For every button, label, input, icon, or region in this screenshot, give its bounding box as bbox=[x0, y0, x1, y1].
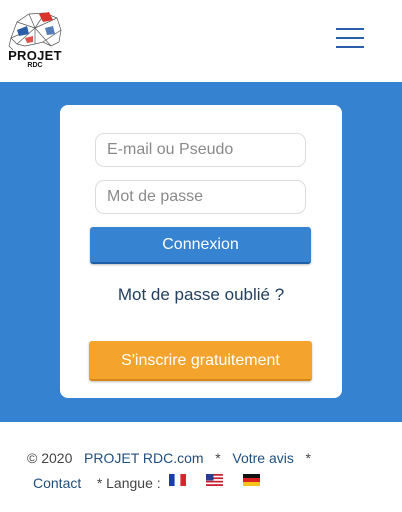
footer: © 2020 PROJET RDC.com * Votre avis * Con… bbox=[0, 422, 402, 512]
logo[interactable]: PROJET RDC bbox=[5, 8, 65, 70]
signup-button[interactable]: S'inscrire gratuitement bbox=[89, 341, 312, 381]
logo-title: PROJET bbox=[8, 48, 62, 63]
footer-row-1: © 2020 PROJET RDC.com * Votre avis * bbox=[27, 450, 311, 466]
feedback-link[interactable]: Votre avis bbox=[232, 450, 293, 466]
flag-usa-icon[interactable] bbox=[206, 474, 223, 486]
contact-link[interactable]: Contact bbox=[33, 475, 81, 491]
login-button[interactable]: Connexion bbox=[90, 227, 311, 264]
elephant-logo-icon bbox=[8, 12, 62, 51]
header: PROJET RDC bbox=[0, 0, 402, 82]
login-card: Connexion Mot de passe oublié ? S'inscri… bbox=[60, 105, 342, 398]
email-input[interactable] bbox=[95, 133, 306, 167]
separator: * bbox=[215, 450, 221, 466]
site-link[interactable]: PROJET RDC.com bbox=[84, 450, 204, 466]
language-label: * Langue : bbox=[96, 475, 161, 491]
flag-france-icon[interactable] bbox=[169, 474, 186, 486]
footer-row-2: Contact * Langue : bbox=[33, 475, 161, 491]
flag-germany-icon[interactable] bbox=[243, 474, 260, 486]
separator: * bbox=[305, 450, 311, 466]
password-input[interactable] bbox=[95, 180, 306, 214]
hamburger-menu-icon[interactable] bbox=[336, 26, 365, 50]
copyright-text: © 2020 bbox=[27, 450, 73, 466]
forgot-password-link[interactable]: Mot de passe oublié ? bbox=[60, 285, 342, 305]
logo-subtitle: RDC bbox=[27, 62, 43, 69]
